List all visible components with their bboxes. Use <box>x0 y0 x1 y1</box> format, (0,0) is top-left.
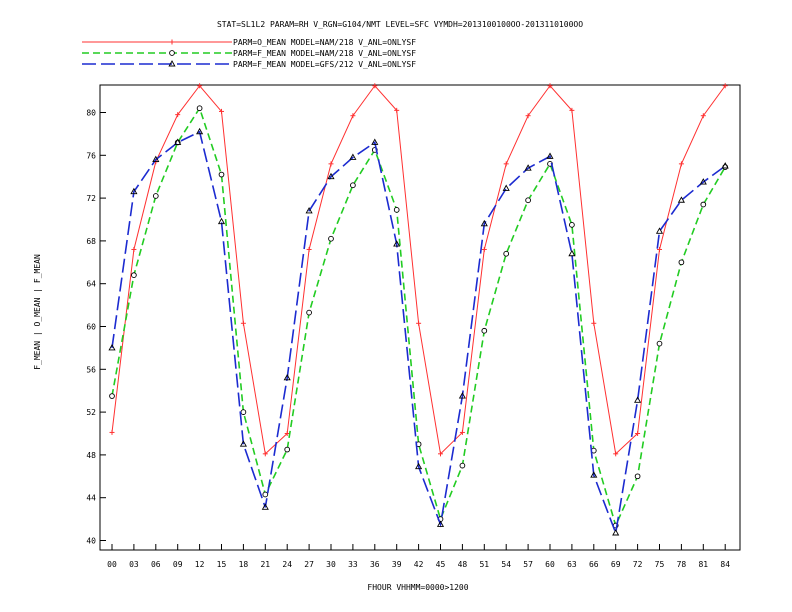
x-tick-label: 06 <box>151 560 161 569</box>
x-tick-label: 03 <box>129 560 139 569</box>
data-point <box>678 161 684 167</box>
data-point <box>591 320 597 326</box>
series-line <box>111 84 726 455</box>
x-tick-label: 45 <box>436 560 446 569</box>
x-tick-label: 24 <box>282 560 292 569</box>
data-point <box>328 235 334 242</box>
x-tick-label: 69 <box>611 560 621 569</box>
data-point <box>306 309 312 316</box>
chart-title: STAT=SL1L2 PARAM=RH V_RGN=G104/NMT LEVEL… <box>217 20 583 29</box>
x-tick-label: 21 <box>260 560 270 569</box>
data-point <box>306 246 312 252</box>
y-tick-label: 52 <box>86 408 96 417</box>
line-chart: STAT=SL1L2 PARAM=RH V_RGN=G104/NMT LEVEL… <box>33 20 741 592</box>
x-tick-label: 18 <box>239 560 249 569</box>
legend-item-1: PARM=O_MEAN MODEL=NAM/218 V_ANL=ONLYSF <box>82 38 416 47</box>
legend-label: PARM=F_MEAN MODEL=NAM/218 V_ANL=ONLYSF <box>233 49 416 58</box>
legend-label: PARM=F_MEAN MODEL=GFS/212 V_ANL=ONLYSF <box>233 60 416 69</box>
x-tick-label: 33 <box>348 560 358 569</box>
x-tick-label: 60 <box>545 560 555 569</box>
data-point <box>525 197 531 204</box>
data-point <box>350 182 356 189</box>
data-point <box>481 327 488 334</box>
y-tick-label: 40 <box>86 537 96 546</box>
x-tick-label: 30 <box>326 560 336 569</box>
data-point <box>634 473 641 480</box>
x-tick-label: 72 <box>633 560 643 569</box>
y-axis-ticks: 40 44 48 52 56 60 64 68 72 76 80 <box>86 109 106 546</box>
axes <box>99 84 741 551</box>
legend-item-3: PARM=F_MEAN MODEL=GFS/212 V_ANL=ONLYSF <box>82 60 416 69</box>
x-axis-label: FHOUR VHHMM=0000>1200 <box>367 583 468 592</box>
x-tick-label: 51 <box>479 560 489 569</box>
data-point <box>328 161 334 167</box>
data-point <box>109 429 115 435</box>
x-tick-label: 75 <box>655 560 665 569</box>
data-point <box>459 462 466 469</box>
data-point <box>218 171 225 178</box>
data-point <box>152 193 159 199</box>
x-tick-label: 78 <box>677 560 687 569</box>
legend-label: PARM=O_MEAN MODEL=NAM/218 V_ANL=ONLYSF <box>233 38 416 47</box>
y-tick-label: 44 <box>86 494 96 503</box>
data-point <box>109 393 115 399</box>
y-tick-label: 76 <box>86 151 96 160</box>
y-tick-label: 80 <box>86 109 96 118</box>
data-point <box>240 409 247 415</box>
x-tick-label: 84 <box>720 560 730 569</box>
x-axis-ticks: 00 03 06 09 12 15 18 21 24 27 30 33 36 39 42 45 48 51 54 57… <box>107 544 730 569</box>
legend: PARM=O_MEAN MODEL=NAM/218 V_ANL=ONLYSF PA… <box>82 38 416 69</box>
y-tick-label: 48 <box>86 451 96 460</box>
x-tick-label: 63 <box>567 560 577 569</box>
x-tick-label: 15 <box>217 560 227 569</box>
x-tick-label: 36 <box>370 560 380 569</box>
y-tick-label: 64 <box>86 280 96 289</box>
y-tick-label: 56 <box>86 365 96 374</box>
y-axis-label: F_MEAN | O_MEAN | F_MEAN <box>33 254 42 370</box>
x-tick-label: 39 <box>392 560 402 569</box>
y-tick-label: 68 <box>86 237 96 246</box>
y-tick-label: 72 <box>86 194 96 203</box>
data-point <box>569 222 575 228</box>
data-point <box>416 320 422 326</box>
legend-marker <box>169 50 175 56</box>
x-tick-label: 12 <box>195 560 205 569</box>
data-point <box>131 246 137 252</box>
data-point <box>656 340 663 347</box>
x-tick-label: 54 <box>501 560 511 569</box>
x-tick-label: 27 <box>304 560 314 569</box>
x-tick-label: 81 <box>698 560 708 569</box>
plot-frame <box>99 84 741 551</box>
x-tick-label: 57 <box>523 560 533 569</box>
data-point <box>284 446 291 453</box>
x-tick-label: 09 <box>173 560 183 569</box>
data-point <box>634 396 642 403</box>
x-tick-label: 00 <box>107 560 117 569</box>
series-line <box>111 130 726 537</box>
legend-marker <box>169 39 175 45</box>
data-point <box>612 529 620 536</box>
x-tick-label: 42 <box>414 560 424 569</box>
data-point <box>678 259 685 266</box>
x-tick-label: 48 <box>458 560 468 569</box>
x-tick-label: 66 <box>589 560 599 569</box>
data-point <box>700 201 707 208</box>
data-point <box>503 161 509 167</box>
data-point <box>481 246 487 252</box>
data-point <box>503 250 510 257</box>
series-3 <box>108 127 729 537</box>
data-point <box>393 207 400 213</box>
y-tick-label: 60 <box>86 323 96 332</box>
series-layer <box>108 83 729 537</box>
legend-item-2: PARM=F_MEAN MODEL=NAM/218 V_ANL=ONLYSF <box>82 49 416 58</box>
data-point <box>131 272 137 278</box>
data-point <box>196 105 203 112</box>
data-point <box>240 320 246 326</box>
